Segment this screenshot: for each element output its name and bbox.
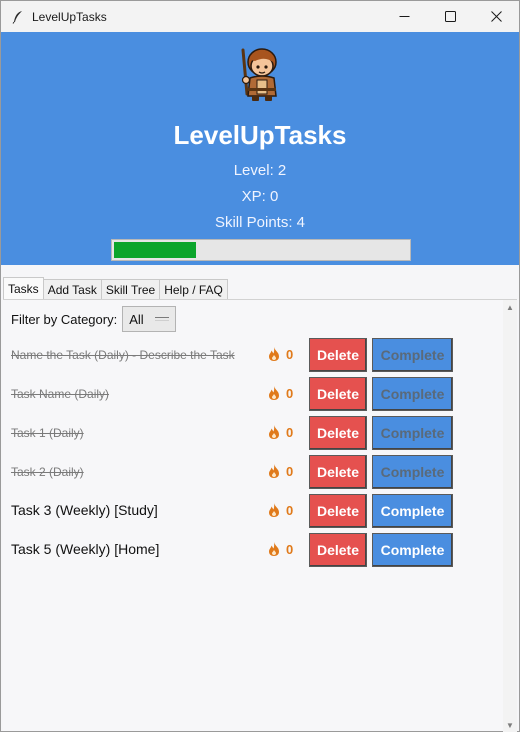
delete-task-button[interactable]: Delete [309, 455, 367, 489]
task-row: Name the Task (Daily) - Describe the Tas… [3, 338, 503, 372]
scroll-down-icon[interactable]: ▼ [503, 718, 517, 732]
flame-icon [267, 541, 281, 557]
maximize-icon [444, 11, 456, 22]
streak-indicator: 0 [267, 385, 293, 401]
filter-label: Filter by Category: [11, 311, 118, 327]
level-label: Level: 2 [233, 162, 287, 179]
streak-indicator: 0 [267, 424, 293, 440]
flame-icon [267, 424, 281, 440]
delete-task-button[interactable]: Delete [309, 338, 367, 372]
app-window: LevelUpTasks LevelUpTasks Level: 2 XP: 0… [0, 0, 520, 732]
maximize-button[interactable] [427, 1, 473, 32]
tasks-panel: Filter by Category: All Name the Task (D… [3, 299, 517, 732]
streak-count: 0 [286, 385, 294, 401]
task-name: Task 3 (Weekly) [Study] [11, 502, 158, 518]
flame-icon [267, 385, 281, 401]
window-title: LevelUpTasks [32, 9, 107, 24]
profile-header: LevelUpTasks Level: 2 XP: 0 Skill Points… [1, 32, 519, 265]
task-row: Task 1 (Daily) 0 Delete Complete [3, 416, 503, 450]
streak-indicator: 0 [267, 541, 293, 557]
delete-task-button[interactable]: Delete [309, 377, 367, 411]
flame-icon [267, 346, 281, 362]
streak-indicator: 0 [267, 346, 293, 362]
complete-task-button[interactable]: Complete [372, 338, 453, 372]
app-name-heading: LevelUpTasks [173, 120, 347, 150]
xp-progress-bar [111, 239, 411, 261]
streak-count: 0 [286, 541, 294, 557]
task-row: Task 3 (Weekly) [Study] 0 Delete Complete [3, 494, 503, 528]
task-name: Task Name (Daily) [11, 387, 110, 401]
close-button[interactable] [473, 1, 519, 32]
complete-task-button[interactable]: Complete [372, 455, 453, 489]
minimize-button[interactable] [381, 1, 427, 32]
tab-add-task[interactable]: Add Task [42, 279, 102, 299]
task-row: Task 5 (Weekly) [Home] 0 Delete Complete [3, 533, 503, 567]
xp-label: XP: 0 [241, 188, 279, 205]
notebook: Tasks Add Task Skill Tree Help / FAQ Filter… [1, 265, 519, 732]
delete-task-button[interactable]: Delete [309, 416, 367, 450]
skill-points-label: Skill Points: 4 [214, 214, 306, 231]
task-name: Task 1 (Daily) [11, 426, 84, 440]
task-name: Task 2 (Daily) [11, 465, 84, 479]
task-row: Task Name (Daily) 0 Delete Complete [3, 377, 503, 411]
category-filter-select[interactable]: All [122, 306, 177, 332]
streak-count: 0 [286, 346, 294, 362]
xp-progress-fill [114, 242, 196, 258]
flame-icon [267, 502, 281, 518]
task-list-scrollbar[interactable]: ▲ ▼ [503, 300, 517, 732]
tab-help-faq[interactable]: Help / FAQ [159, 279, 228, 299]
complete-task-button[interactable]: Complete [372, 494, 453, 528]
option-menu-indicator-icon [155, 317, 170, 321]
adventurer-avatar [235, 44, 287, 102]
streak-indicator: 0 [267, 463, 293, 479]
tab-tasks[interactable]: Tasks [3, 277, 44, 299]
streak-indicator: 0 [267, 502, 293, 518]
title-bar[interactable]: LevelUpTasks [1, 1, 519, 32]
flame-icon [267, 463, 281, 479]
delete-task-button[interactable]: Delete [309, 494, 367, 528]
tab-skill-tree[interactable]: Skill Tree [100, 279, 161, 299]
task-row: Task 2 (Daily) 0 Delete Complete [3, 455, 503, 489]
streak-count: 0 [286, 463, 294, 479]
complete-task-button[interactable]: Complete [372, 533, 453, 567]
task-name: Task 5 (Weekly) [Home] [11, 541, 160, 557]
streak-count: 0 [286, 424, 294, 440]
minimize-icon [399, 16, 409, 17]
feather-icon [11, 10, 25, 24]
streak-count: 0 [286, 502, 294, 518]
complete-task-button[interactable]: Complete [372, 377, 453, 411]
complete-task-button[interactable]: Complete [372, 416, 453, 450]
close-icon [490, 11, 502, 22]
filter-row: Filter by Category: All [11, 306, 177, 332]
scroll-up-icon[interactable]: ▲ [503, 300, 517, 314]
category-filter-value: All [129, 311, 144, 327]
task-name: Name the Task (Daily) - Describe the Tas… [11, 348, 235, 362]
delete-task-button[interactable]: Delete [309, 533, 367, 567]
tab-bar: Tasks Add Task Skill Tree Help / FAQ [3, 277, 228, 299]
